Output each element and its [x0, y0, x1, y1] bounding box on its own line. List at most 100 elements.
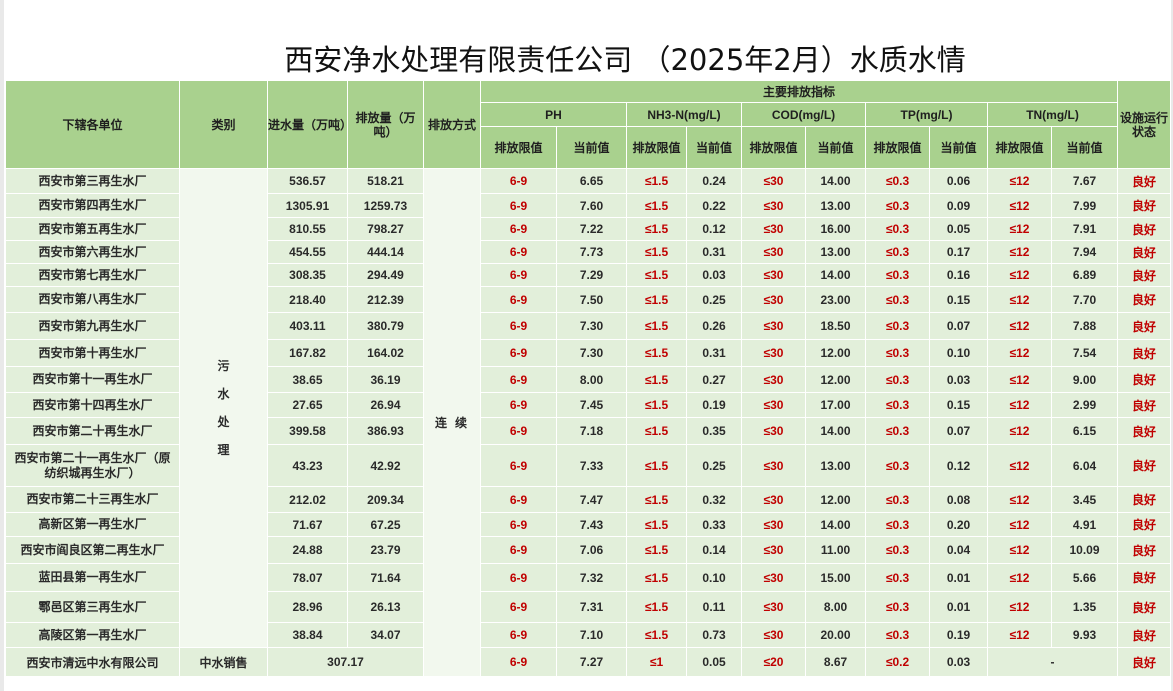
tp-cell: 0.09	[929, 193, 988, 218]
tp-limit-cell: ≤0.3	[865, 536, 930, 564]
inflow-cell: 24.88	[267, 536, 348, 564]
cod-limit-cell: ≤30	[741, 486, 806, 513]
status-cell: 良好	[1117, 647, 1172, 677]
header-ph: PH	[480, 102, 627, 127]
unit-name-cell: 鄠邑区第三再生水厂	[5, 591, 180, 623]
nh3-cell: 0.11	[686, 591, 742, 623]
header-cod-limit: 排放限值	[741, 126, 806, 169]
header-inflow: 进水量（万吨）	[267, 80, 348, 169]
nh3-limit-cell: ≤1.5	[626, 366, 687, 393]
tn-cell: 9.93	[1050, 622, 1119, 648]
nh3-cell: 0.05	[686, 647, 742, 677]
ph-limit-cell: 6-9	[480, 512, 557, 537]
tn-cell: 7.99	[1050, 193, 1119, 218]
ph-cell: 7.43	[556, 512, 627, 537]
discharge-cell: 36.19	[347, 366, 424, 393]
tp-limit-cell: ≤0.2	[865, 647, 930, 677]
header-nh3: NH3-N(mg/L)	[626, 102, 742, 127]
tn-limit-cell: ≤12	[987, 240, 1052, 264]
tn-limit-cell: ≤12	[987, 417, 1052, 445]
status-cell: 良好	[1117, 512, 1172, 537]
nh3-cell: 0.73	[686, 622, 742, 648]
tn-limit-cell: ≤12	[987, 286, 1052, 313]
ph-limit-cell: 6-9	[480, 486, 557, 513]
tn-cell: 7.67	[1050, 168, 1119, 194]
nh3-limit-cell: ≤1.5	[626, 591, 687, 623]
tp-limit-cell: ≤0.3	[865, 286, 930, 313]
category-cell: 中水销售	[179, 647, 268, 677]
header-cod-current: 当前值	[805, 126, 866, 169]
water-quality-table: 下辖各单位 类别 进水量（万吨） 排放量（万吨） 排放方式 主要排放指标 设施运…	[5, 80, 1172, 677]
tp-cell: 0.19	[929, 622, 988, 648]
nh3-limit-cell: ≤1.5	[626, 392, 687, 418]
header-cod: COD(mg/L)	[741, 102, 866, 127]
inflow-cell: 27.65	[267, 392, 348, 418]
nh3-limit-cell: ≤1.5	[626, 536, 687, 564]
discharge-cell: 209.34	[347, 486, 424, 513]
status-cell: 良好	[1117, 591, 1172, 623]
ph-limit-cell: 6-9	[480, 263, 557, 287]
cod-cell: 23.00	[805, 286, 866, 313]
discharge-cell: 1259.73	[347, 193, 424, 218]
ph-cell: 7.33	[556, 444, 627, 487]
ph-cell: 7.50	[556, 286, 627, 313]
nh3-cell: 0.27	[686, 366, 742, 393]
discharge-cell: 71.64	[347, 563, 424, 592]
cod-limit-cell: ≤30	[741, 217, 806, 241]
unit-name-cell: 西安市第三再生水厂	[5, 168, 180, 194]
discharge-cell: 212.39	[347, 286, 424, 313]
ph-cell: 7.31	[556, 591, 627, 623]
tp-limit-cell: ≤0.3	[865, 339, 930, 367]
unit-name-cell: 西安市第二十再生水厂	[5, 417, 180, 445]
unit-name-cell: 高陵区第一再生水厂	[5, 622, 180, 648]
unit-name-cell: 西安市第十再生水厂	[5, 339, 180, 367]
tp-limit-cell: ≤0.3	[865, 217, 930, 241]
status-cell: 良好	[1117, 286, 1172, 313]
ph-limit-cell: 6-9	[480, 366, 557, 393]
nh3-limit-cell: ≤1.5	[626, 512, 687, 537]
cod-limit-cell: ≤30	[741, 312, 806, 340]
tn-cell: 7.54	[1050, 339, 1119, 367]
nh3-limit-cell: ≤1.5	[626, 312, 687, 340]
tp-cell: 0.10	[929, 339, 988, 367]
status-cell: 良好	[1117, 168, 1172, 194]
tp-cell: 0.17	[929, 240, 988, 264]
ph-cell: 7.60	[556, 193, 627, 218]
unit-name-cell: 西安市清远中水有限公司	[5, 647, 180, 677]
tp-cell: 0.08	[929, 486, 988, 513]
cod-cell: 17.00	[805, 392, 866, 418]
unit-name-cell: 高新区第一再生水厂	[5, 512, 180, 537]
cod-cell: 15.00	[805, 563, 866, 592]
nh3-cell: 0.22	[686, 193, 742, 218]
unit-name-cell: 西安市第五再生水厂	[5, 217, 180, 241]
table-header: 下辖各单位 类别 进水量（万吨） 排放量（万吨） 排放方式 主要排放指标 设施运…	[5, 80, 1172, 169]
cod-cell: 8.00	[805, 591, 866, 623]
status-cell: 良好	[1117, 622, 1172, 648]
discharge-cell: 386.93	[347, 417, 424, 445]
header-tp: TP(mg/L)	[865, 102, 988, 127]
discharge-cell: 380.79	[347, 312, 424, 340]
inflow-cell: 38.84	[267, 622, 348, 648]
tp-limit-cell: ≤0.3	[865, 591, 930, 623]
header-nh3-current: 当前值	[686, 126, 742, 169]
cod-cell: 12.00	[805, 366, 866, 393]
ph-cell: 7.30	[556, 339, 627, 367]
tn-limit-cell: ≤12	[987, 392, 1052, 418]
nh3-limit-cell: ≤1.5	[626, 193, 687, 218]
inflow-cell: 212.02	[267, 486, 348, 513]
inflow-cell: 403.11	[267, 312, 348, 340]
tn-cell: 10.09	[1050, 536, 1119, 564]
cod-limit-cell: ≤30	[741, 366, 806, 393]
tp-limit-cell: ≤0.3	[865, 444, 930, 487]
inflow-cell: 399.58	[267, 417, 348, 445]
nh3-cell: 0.35	[686, 417, 742, 445]
tn-limit-cell: ≤12	[987, 312, 1052, 340]
header-discharge: 排放量（万吨）	[347, 80, 424, 169]
nh3-limit-cell: ≤1	[626, 647, 687, 677]
unit-name-cell: 西安市第十一再生水厂	[5, 366, 180, 393]
tp-cell: 0.03	[929, 366, 988, 393]
header-tp-limit: 排放限值	[865, 126, 930, 169]
tp-cell: 0.01	[929, 563, 988, 592]
nh3-limit-cell: ≤1.5	[626, 240, 687, 264]
cod-limit-cell: ≤30	[741, 622, 806, 648]
